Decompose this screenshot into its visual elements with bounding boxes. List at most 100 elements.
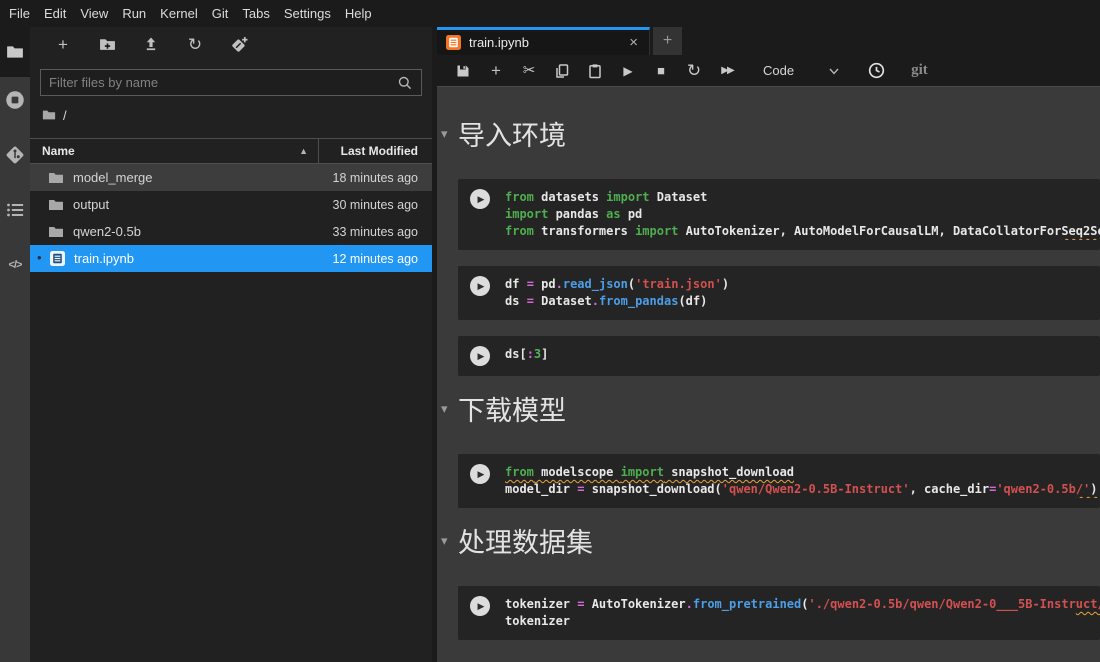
collapse-section-icon[interactable]: ▾ [441, 533, 458, 549]
file-row-qwen2-0.5b[interactable]: qwen2-0.5b 33 minutes ago [30, 218, 432, 245]
run-this-cell-button[interactable]: ▶ [470, 596, 490, 616]
insert-cell-button[interactable]: + [487, 62, 505, 80]
code-cell-tokenizer[interactable]: ▶ tokenizer = AutoTokenizer.from_pretrai… [458, 586, 1100, 640]
code-token: AutoTokenizer, AutoModelForCausalLM, Dat… [678, 224, 1061, 238]
run-this-cell-button[interactable]: ▶ [470, 464, 490, 484]
menu-kernel[interactable]: Kernel [153, 0, 205, 27]
sidebar-tab-extension-manager[interactable]: </> [4, 254, 26, 276]
interrupt-kernel-button[interactable]: ■ [652, 62, 670, 80]
save-button[interactable] [454, 62, 472, 80]
markdown-cell-import-env[interactable]: ▾ 导入环境 [441, 117, 1100, 155]
menu-git[interactable]: Git [205, 0, 236, 27]
code-editor[interactable]: from datasets import Datasetimport panda… [505, 189, 1100, 240]
git-clone-icon [231, 36, 248, 53]
kernel-history-button[interactable] [867, 62, 885, 80]
folder-icon [6, 43, 24, 61]
code-cell-snapshot-download[interactable]: ▶ from modelscope import snapshot_downlo… [458, 454, 1100, 508]
git-icon [5, 145, 25, 165]
collapse-section-icon[interactable]: ▾ [441, 401, 458, 417]
code-token: = [527, 294, 534, 308]
new-folder-button[interactable] [98, 35, 116, 53]
code-cell-imports[interactable]: ▶ from datasets import Datasetimport pan… [458, 179, 1100, 250]
run-icon: ▶ [478, 601, 485, 612]
collapse-section-icon[interactable]: ▾ [441, 126, 458, 142]
markdown-cell-download-model[interactable]: ▾ 下载模型 [441, 392, 1100, 430]
code-token: ) [1090, 482, 1097, 496]
restart-run-all-button[interactable]: ▶▶ [718, 62, 736, 80]
git-clone-button[interactable] [230, 35, 248, 53]
code-tag-icon: </> [9, 259, 22, 271]
code-token: ] [541, 347, 548, 361]
code-token: from [505, 465, 534, 479]
file-row-train-ipynb[interactable]: • train.ipynb 12 minutes ago [30, 245, 432, 272]
run-cell-button[interactable]: ▶ [619, 62, 637, 80]
upload-button[interactable] [142, 35, 160, 53]
code-token: read_json [563, 277, 628, 291]
stop-icon: ■ [657, 64, 665, 77]
code-token: . [556, 277, 563, 291]
code-editor[interactable]: ds[:3] [505, 346, 1100, 366]
code-token: ) [722, 277, 729, 291]
fast-forward-icon: ▶▶ [721, 66, 732, 76]
home-folder-icon[interactable] [42, 108, 56, 122]
code-editor[interactable]: df = pd.read_json('train.json')ds = Data… [505, 276, 1100, 310]
menu-file[interactable]: File [2, 0, 37, 27]
file-list-header: Name ▲ Last Modified [30, 138, 432, 164]
code-editor[interactable]: tokenizer = AutoTokenizer.from_pretraine… [505, 596, 1100, 630]
git-toolbar-label: git [911, 62, 928, 79]
code-token: from [505, 190, 534, 204]
code-token: (df) [678, 294, 707, 308]
code-cell-ds-slice[interactable]: ▶ ds[:3] [458, 336, 1100, 376]
plus-icon: + [58, 36, 68, 53]
copy-cell-button[interactable] [553, 62, 571, 80]
code-token: tokenizer [505, 597, 577, 611]
sidebar-tab-table-of-contents[interactable] [4, 199, 26, 221]
file-modified: 12 minutes ago [302, 252, 432, 266]
new-launcher-button[interactable]: + [54, 35, 72, 53]
run-this-cell-button[interactable]: ▶ [470, 346, 490, 366]
file-name: output [73, 197, 302, 212]
refresh-icon: ↻ [188, 36, 202, 53]
cell-prompt-gutter: ▶ [458, 189, 505, 240]
markdown-heading: 处理数据集 [458, 524, 593, 562]
filter-files-input[interactable] [49, 75, 397, 90]
menu-settings[interactable]: Settings [277, 0, 338, 27]
code-token: , cache_dir [910, 482, 989, 496]
file-row-model-merge[interactable]: model_merge 18 minutes ago [30, 164, 432, 191]
code-cell-read-json[interactable]: ▶ df = pd.read_json('train.json')ds = Da… [458, 266, 1100, 320]
upload-icon [143, 36, 159, 52]
tab-title: train.ipynb [469, 35, 619, 50]
tab-train-ipynb[interactable]: train.ipynb × [437, 27, 650, 55]
markdown-cell-process-dataset[interactable]: ▾ 处理数据集 [441, 524, 1100, 562]
new-tab-button[interactable]: + [653, 27, 682, 55]
code-token: snapshot_download [664, 465, 794, 479]
sidebar-tab-git[interactable] [4, 144, 26, 166]
cut-cell-button[interactable]: ✂ [520, 62, 538, 80]
paste-cell-button[interactable] [586, 62, 604, 80]
notebook-tab-icon [446, 35, 461, 50]
code-token: Seq2Seq [1061, 224, 1100, 238]
code-token: as [606, 207, 620, 221]
code-token: pd [534, 277, 556, 291]
refresh-button[interactable]: ↻ [186, 35, 204, 53]
column-header-name[interactable]: Name ▲ [30, 144, 318, 158]
run-this-cell-button[interactable]: ▶ [470, 276, 490, 296]
column-header-last-modified[interactable]: Last Modified [319, 144, 432, 158]
code-token: 'train.json' [635, 277, 722, 291]
menu-view[interactable]: View [73, 0, 115, 27]
filter-box [40, 69, 422, 96]
menu-tabs[interactable]: Tabs [235, 0, 276, 27]
search-icon [397, 75, 413, 91]
menu-run[interactable]: Run [115, 0, 153, 27]
close-tab-button[interactable]: × [627, 35, 640, 50]
file-row-output[interactable]: output 30 minutes ago [30, 191, 432, 218]
sidebar-tab-file-browser[interactable] [0, 27, 30, 77]
menu-edit[interactable]: Edit [37, 0, 73, 27]
sidebar-tab-running-sessions[interactable] [4, 89, 26, 111]
menu-help[interactable]: Help [338, 0, 379, 27]
run-this-cell-button[interactable]: ▶ [470, 189, 490, 209]
chevron-down-icon [828, 65, 840, 77]
restart-kernel-button[interactable]: ↻ [685, 62, 703, 80]
cell-type-dropdown[interactable]: Code [763, 63, 840, 78]
code-editor[interactable]: from modelscope import snapshot_download… [505, 464, 1100, 498]
